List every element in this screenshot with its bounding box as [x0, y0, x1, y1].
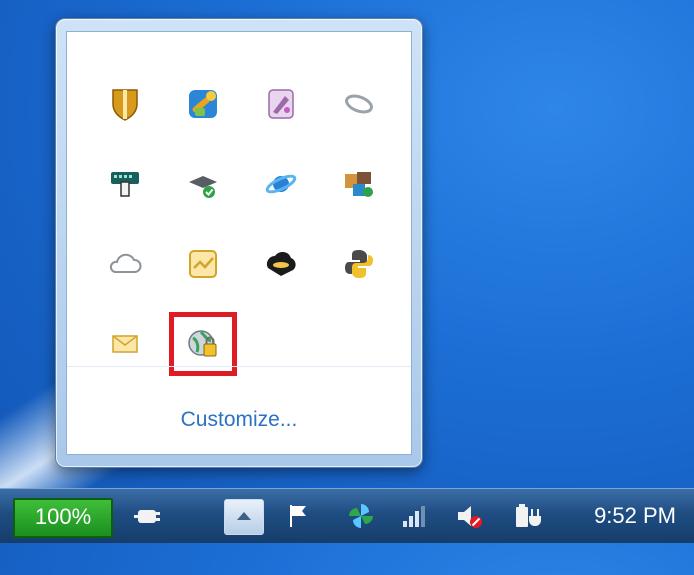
ring-icon[interactable]	[333, 78, 385, 130]
battery-plug-icon[interactable]	[512, 501, 542, 531]
app-cubes-icon[interactable]	[333, 158, 385, 210]
flyout-panel: Customize...	[66, 31, 412, 455]
keyboard-hand-icon[interactable]	[99, 158, 151, 210]
flag-icon[interactable]	[284, 501, 314, 531]
battery-percent-badge[interactable]: 100%	[13, 498, 113, 538]
show-hidden-icons-button[interactable]	[224, 499, 264, 535]
tools-icon[interactable]	[177, 78, 229, 130]
orbit-icon[interactable]	[255, 158, 307, 210]
flyout-divider	[67, 366, 411, 367]
black-cloud-icon[interactable]	[255, 238, 307, 290]
notification-area-flyout: Customize...	[55, 18, 423, 468]
python-icon[interactable]	[333, 238, 385, 290]
clock[interactable]: 9:52 PM	[594, 503, 676, 529]
customize-link[interactable]: Customize...	[67, 408, 411, 432]
speaker-muted-icon[interactable]	[454, 501, 484, 531]
taskbar: 100% 9:52 PM	[0, 488, 694, 543]
chevron-up-icon	[237, 512, 251, 520]
power-plug-icon[interactable]	[134, 501, 164, 531]
globe-lock-icon[interactable]	[169, 312, 237, 376]
cloud-icon[interactable]	[99, 238, 151, 290]
chart-note-icon[interactable]	[177, 238, 229, 290]
graduation-cap-icon[interactable]	[177, 158, 229, 210]
envelope-icon[interactable]	[99, 318, 151, 370]
paint-icon[interactable]	[255, 78, 307, 130]
pinwheel-icon[interactable]	[346, 501, 376, 531]
signal-icon[interactable]	[398, 501, 428, 531]
shield-icon[interactable]	[99, 78, 151, 130]
